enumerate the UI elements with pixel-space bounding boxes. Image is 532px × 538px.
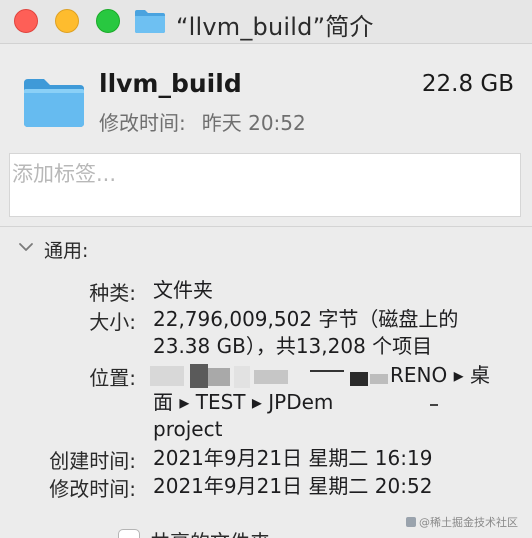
shared-folder-label: 共享的文件夹 [150, 526, 270, 538]
divider [0, 226, 532, 227]
tags-placeholder: 添加标签... [12, 162, 117, 186]
modified-value-detail: 2021年9月21日 星期二 20:52 [153, 474, 433, 498]
kind-value: 文件夹 [153, 278, 213, 302]
close-button[interactable] [14, 9, 38, 33]
redacted-path [150, 364, 390, 388]
size-label: 大小: [89, 310, 136, 334]
where-value-line3: project [153, 417, 223, 441]
chevron-down-icon [19, 243, 33, 251]
zoom-button[interactable] [96, 9, 120, 33]
title-bar: “llvm_build”简介 [0, 0, 532, 44]
watermark: @稀土掘金技术社区 [406, 514, 518, 530]
window-title: “llvm_build”简介 [176, 13, 374, 41]
modified-value: 昨天 20:52 [201, 111, 306, 135]
where-value-line2: 面 ▸ TEST ▸ JPDem [153, 390, 334, 414]
shared-folder-checkbox[interactable] [118, 529, 140, 538]
folder-icon [24, 79, 84, 127]
size-value-line2: 23.38 GB），共13,208 个项目 [153, 334, 433, 358]
watermark-text: @稀土掘金技术社区 [419, 516, 518, 529]
tags-input[interactable]: 添加标签... [9, 153, 521, 217]
item-size: 22.8 GB [421, 71, 514, 97]
item-name: llvm_build [99, 69, 242, 98]
created-value: 2021年9月21日 星期二 16:19 [153, 446, 433, 470]
minimize-button[interactable] [55, 9, 79, 33]
info-header: llvm_build 22.8 GB 修改时间: 昨天 20:52 [0, 45, 532, 147]
modified-label: 修改时间: [99, 111, 186, 135]
folder-icon [135, 10, 165, 33]
watermark-logo-icon [406, 517, 416, 527]
size-value-line1: 22,796,009,502 字节（磁盘上的 [153, 307, 459, 331]
section-title: 通用: [44, 240, 89, 262]
where-label: 位置: [89, 366, 136, 390]
redacted-path-2 [358, 392, 438, 418]
where-value-line1: RENO ▸ 桌 [390, 363, 490, 387]
kind-label: 种类: [89, 281, 136, 305]
modified-summary: 修改时间: 昨天 20:52 [99, 107, 306, 136]
created-label: 创建时间: [49, 449, 136, 473]
modified-label-detail: 修改时间: [49, 477, 136, 501]
